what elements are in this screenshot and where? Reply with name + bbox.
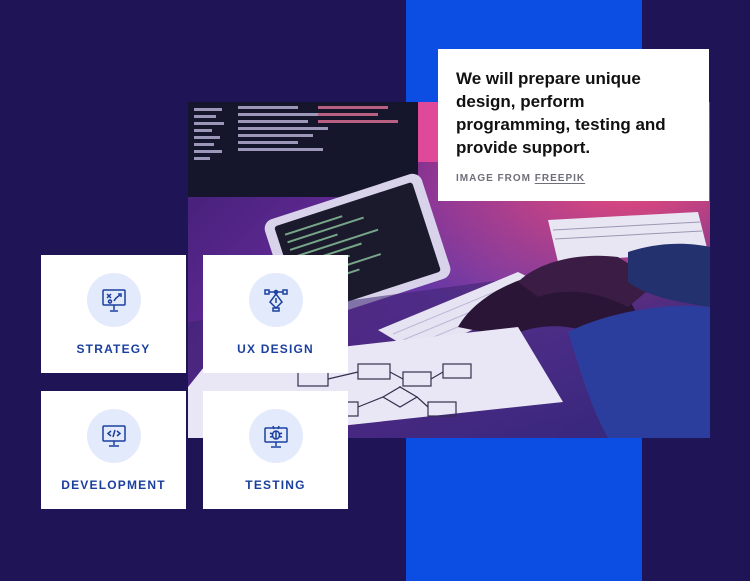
- service-label-development: DEVELOPMENT: [61, 478, 166, 492]
- code-monitor-icon: [86, 409, 141, 463]
- strategy-board-icon: [86, 273, 141, 327]
- image-credit: IMAGE FROM FREEPIK: [456, 173, 691, 184]
- service-label-strategy: STRATEGY: [76, 342, 151, 356]
- freepik-link[interactable]: FREEPIK: [535, 173, 585, 184]
- quote-card: We will prepare unique design, perform p…: [438, 49, 709, 201]
- bug-monitor-icon: [248, 409, 303, 463]
- service-card-strategy[interactable]: STRATEGY: [41, 255, 186, 373]
- service-label-testing: TESTING: [245, 478, 306, 492]
- service-card-ux-design[interactable]: UX DESIGN: [203, 255, 348, 373]
- quote-text: We will prepare unique design, perform p…: [456, 69, 666, 157]
- service-card-development[interactable]: DEVELOPMENT: [41, 391, 186, 509]
- service-card-testing[interactable]: TESTING: [203, 391, 348, 509]
- pen-tool-icon: [248, 273, 303, 327]
- service-label-ux-design: UX DESIGN: [237, 342, 314, 356]
- credit-prefix: IMAGE FROM: [456, 173, 535, 184]
